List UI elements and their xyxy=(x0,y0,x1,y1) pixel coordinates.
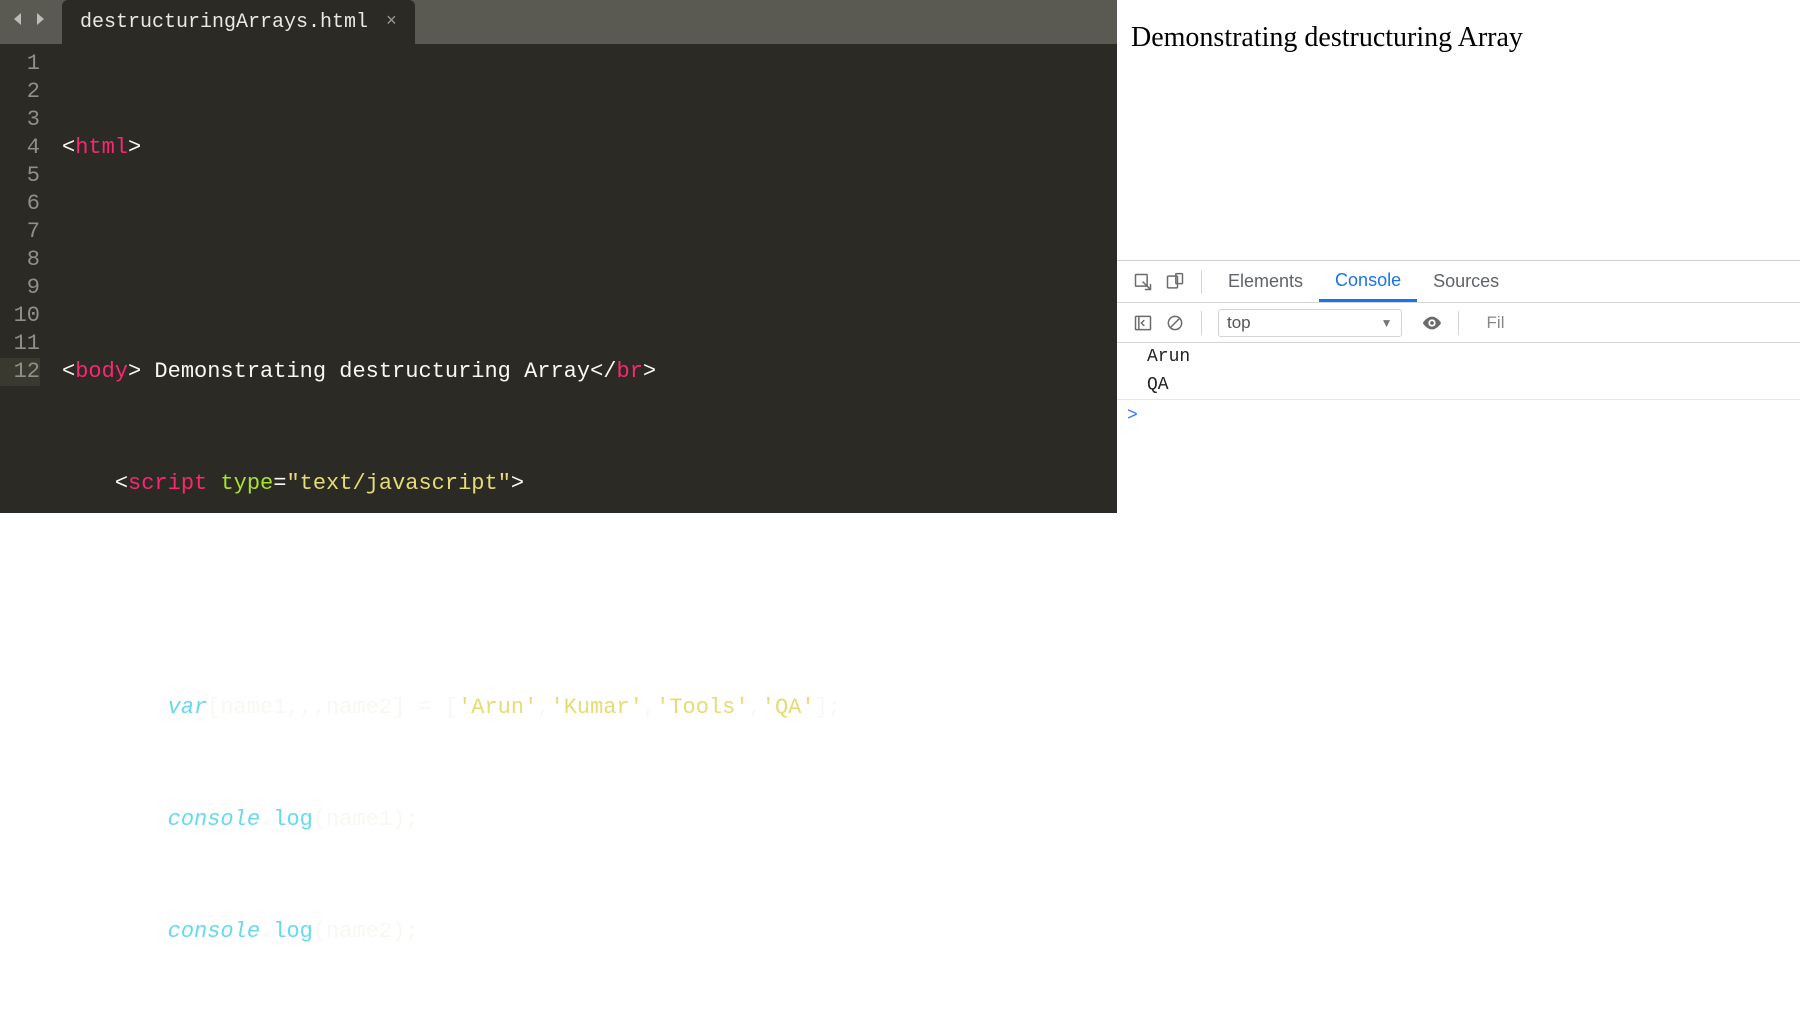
devtools-tabbar: Elements Console Sources xyxy=(1117,261,1800,303)
live-expression-icon[interactable] xyxy=(1416,312,1448,334)
code-line xyxy=(62,246,1117,274)
console-sidebar-icon[interactable] xyxy=(1127,313,1159,333)
console-output: Arun QA > xyxy=(1117,343,1800,513)
code-line: console.log(name2); xyxy=(62,918,1117,946)
separator xyxy=(1201,270,1202,294)
code-line xyxy=(62,582,1117,610)
device-toggle-icon[interactable] xyxy=(1159,272,1191,292)
line-number: 1 xyxy=(0,50,40,78)
console-log-line: QA xyxy=(1117,371,1800,400)
code-line: <body> Demonstrating destructuring Array… xyxy=(62,358,1117,386)
editor-nav-arrows xyxy=(0,11,62,44)
nav-forward-icon[interactable] xyxy=(32,11,48,32)
code-body[interactable]: <html> <body> Demonstrating destructurin… xyxy=(58,50,1117,1026)
chevron-down-icon: ▼ xyxy=(1381,316,1393,330)
line-number: 8 xyxy=(0,246,40,274)
tab-sources[interactable]: Sources xyxy=(1417,261,1515,302)
editor-tab[interactable]: destructuringArrays.html × xyxy=(62,0,415,44)
code-line: <html> xyxy=(62,134,1117,162)
line-number: 5 xyxy=(0,162,40,190)
close-icon[interactable]: × xyxy=(386,12,397,32)
line-number: 10 xyxy=(0,302,40,330)
editor-topbar: destructuringArrays.html × xyxy=(0,0,1117,44)
line-number: 6 xyxy=(0,190,40,218)
console-toolbar: top ▼ Fil xyxy=(1117,303,1800,343)
page-text: Demonstrating destructuring Array xyxy=(1131,22,1523,53)
code-line: var[name1,,,name2] = ['Arun','Kumar','To… xyxy=(62,694,1117,722)
browser-panel: Demonstrating destructuring Array Elemen… xyxy=(1117,0,1800,513)
code-editor-panel: destructuringArrays.html × 1 2 3 4 5 6 7… xyxy=(0,0,1117,513)
nav-back-icon[interactable] xyxy=(10,11,26,32)
console-prompt[interactable]: > xyxy=(1117,400,1800,432)
inspect-icon[interactable] xyxy=(1127,272,1159,292)
code-line: console.log(name1); xyxy=(62,806,1117,834)
prompt-caret: > xyxy=(1127,406,1138,426)
line-number: 2 xyxy=(0,78,40,106)
separator xyxy=(1458,311,1459,335)
code-line: <script type="text/javascript"> xyxy=(62,470,1117,498)
tab-elements[interactable]: Elements xyxy=(1212,261,1319,302)
line-number: 9 xyxy=(0,274,40,302)
line-number: 3 xyxy=(0,106,40,134)
console-log-line: Arun xyxy=(1117,343,1800,371)
tab-console[interactable]: Console xyxy=(1319,261,1417,302)
line-number: 7 xyxy=(0,218,40,246)
line-number: 12 xyxy=(0,358,40,386)
code-area[interactable]: 1 2 3 4 5 6 7 8 9 10 11 12 <html> <body>… xyxy=(0,44,1117,1026)
editor-tab-label: destructuringArrays.html xyxy=(80,11,368,34)
context-selector[interactable]: top ▼ xyxy=(1218,309,1402,337)
line-number: 11 xyxy=(0,330,40,358)
separator xyxy=(1201,311,1202,335)
line-gutter: 1 2 3 4 5 6 7 8 9 10 11 12 xyxy=(0,50,58,1026)
devtools-panel: Elements Console Sources top ▼ Fil Arun xyxy=(1117,260,1800,513)
filter-input[interactable]: Fil xyxy=(1487,313,1505,333)
line-number: 4 xyxy=(0,134,40,162)
page-content: Demonstrating destructuring Array xyxy=(1117,0,1800,260)
clear-console-icon[interactable] xyxy=(1159,313,1191,333)
context-label: top xyxy=(1227,313,1251,333)
